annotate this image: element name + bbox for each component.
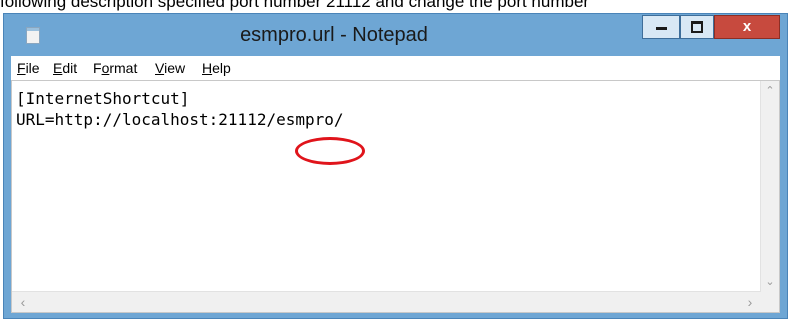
scroll-left-icon[interactable]: ‹ — [14, 292, 32, 312]
window-title: esmpro.url - Notepad — [240, 24, 428, 46]
menu-format[interactable]: Format — [93, 56, 137, 80]
document-text[interactable]: [InternetShortcut] URL=http://localhost:2… — [16, 88, 756, 278]
scroll-right-icon[interactable]: › — [741, 292, 759, 312]
menu-edit-rest: dit — [62, 60, 78, 76]
menu-help-accel: H — [202, 60, 213, 76]
close-button[interactable]: x — [714, 15, 780, 39]
close-icon: x — [742, 18, 752, 35]
maximize-button[interactable] — [680, 15, 714, 39]
menu-edit-accel: E — [53, 60, 63, 76]
maximize-icon — [691, 20, 703, 33]
menu-view-accel: V — [155, 60, 165, 76]
text-editor[interactable]: [InternetShortcut] URL=http://localhost:2… — [11, 80, 780, 313]
document-line-2: URL=http://localhost:21112/esmpro/ — [16, 110, 344, 129]
horizontal-scrollbar[interactable]: ‹ › — [12, 291, 761, 312]
title-bar[interactable]: esmpro.url - Notepad x — [4, 14, 787, 56]
scrollbar-corner — [761, 292, 779, 312]
vertical-scrollbar[interactable]: ⌃ ⌄ — [760, 81, 779, 293]
scroll-up-icon[interactable]: ⌃ — [761, 83, 779, 100]
scroll-down-icon[interactable]: ⌄ — [761, 274, 779, 291]
menu-help[interactable]: Help — [202, 56, 231, 80]
minimize-button[interactable] — [642, 15, 680, 39]
notepad-window: esmpro.url - Notepad x File Edit Format … — [3, 13, 788, 319]
menu-help-rest: elp — [212, 60, 231, 76]
caption-text: following description specified port num… — [0, 0, 590, 11]
menu-view[interactable]: View — [155, 56, 185, 80]
menu-file-rest: ile — [25, 60, 40, 76]
menu-view-rest: iew — [164, 60, 186, 76]
menu-file[interactable]: File — [17, 56, 40, 80]
menu-file-accel: F — [17, 60, 26, 76]
menu-format-rest: rmat — [109, 60, 138, 76]
menu-edit[interactable]: Edit — [53, 56, 77, 80]
document-line-1: [InternetShortcut] — [16, 89, 190, 108]
menu-format-pre: F — [93, 60, 102, 76]
minimize-icon — [655, 27, 667, 31]
menu-bar: File Edit Format View Help — [11, 56, 780, 81]
